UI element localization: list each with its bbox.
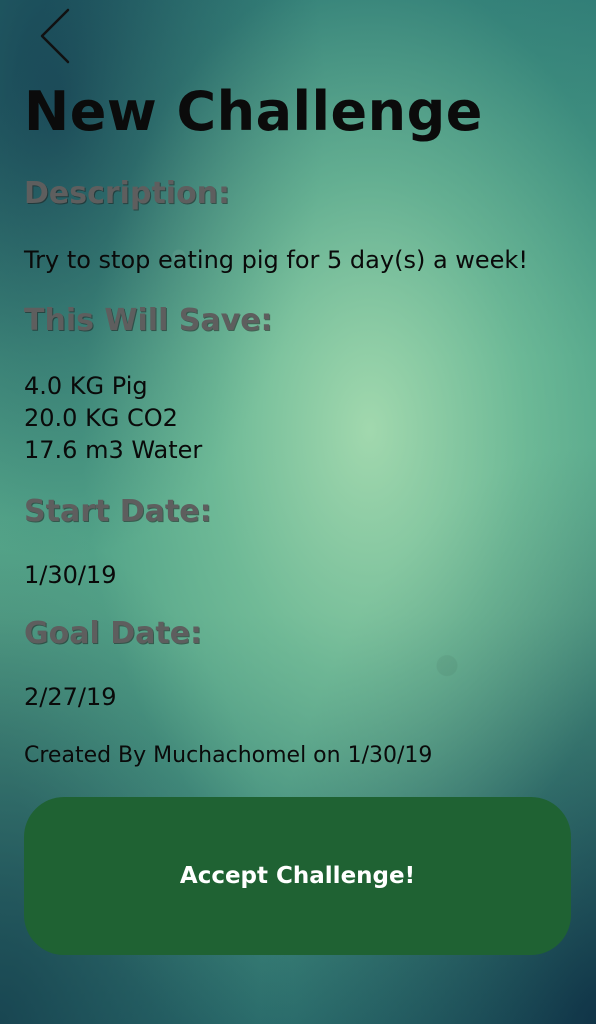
description-text: Try to stop eating pig for 5 day(s) a we… bbox=[24, 246, 528, 274]
back-button[interactable] bbox=[30, 6, 78, 66]
chevron-left-icon bbox=[40, 8, 70, 64]
savings-item-co2: 20.0 KG CO2 bbox=[24, 404, 178, 432]
savings-list: 4.0 KG Pig 20.0 KG CO2 17.6 m3 Water bbox=[24, 370, 202, 466]
description-label: Description: bbox=[24, 176, 231, 211]
accept-challenge-label: Accept Challenge! bbox=[179, 863, 416, 889]
accept-challenge-button[interactable]: Accept Challenge! bbox=[24, 797, 571, 955]
savings-item-water: 17.6 m3 Water bbox=[24, 436, 203, 464]
goal-date-value: 2/27/19 bbox=[24, 683, 117, 711]
savings-label: This Will Save: bbox=[24, 303, 273, 338]
savings-item-pig: 4.0 KG Pig bbox=[24, 372, 148, 400]
start-date-label: Start Date: bbox=[24, 494, 212, 529]
page-title: New Challenge bbox=[24, 80, 483, 143]
goal-date-label: Goal Date: bbox=[24, 616, 203, 651]
start-date-value: 1/30/19 bbox=[24, 561, 117, 589]
created-by-text: Created By Muchachomel on 1/30/19 bbox=[24, 743, 433, 768]
